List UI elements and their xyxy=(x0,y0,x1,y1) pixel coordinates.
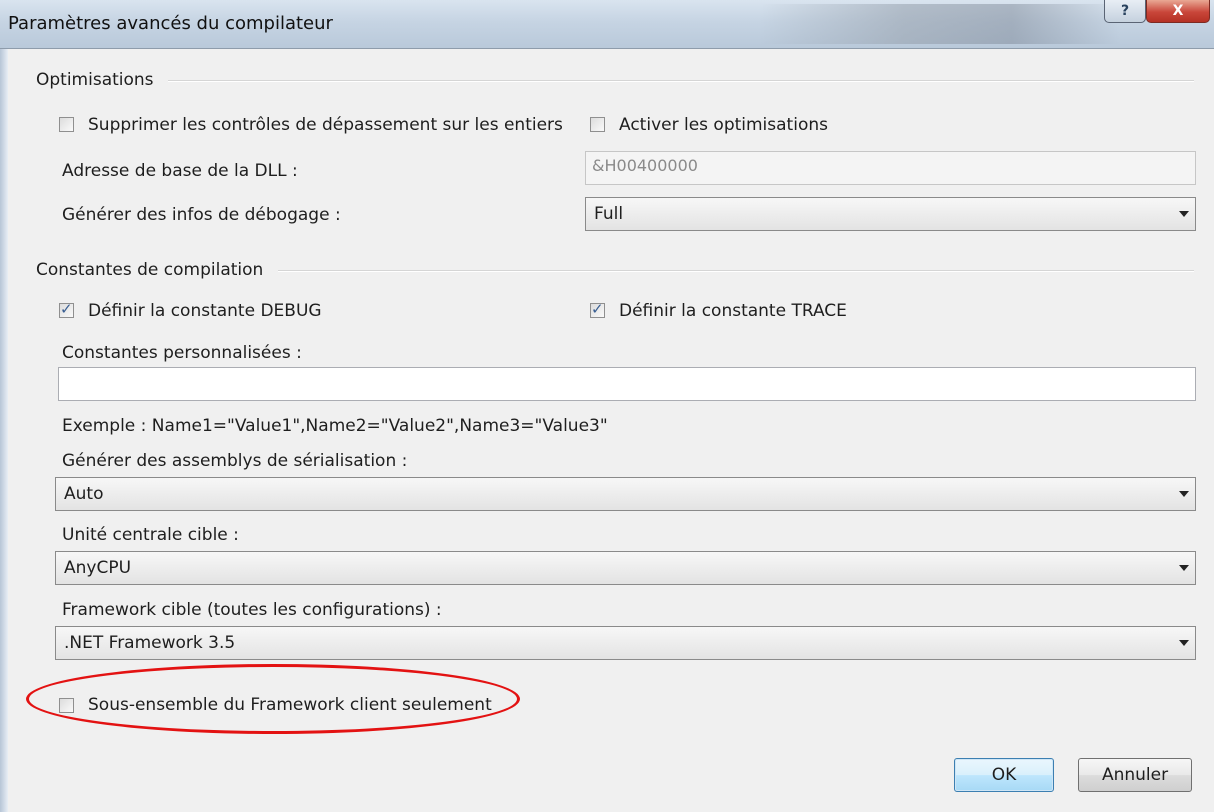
target-cpu-label: Unité centrale cible : xyxy=(62,525,239,545)
chevron-down-icon xyxy=(1179,565,1189,571)
framework-value: .NET Framework 3.5 xyxy=(64,633,236,653)
compiler-settings-dialog: Paramètres avancés du compilateur ? X Op… xyxy=(0,0,1214,812)
define-trace-checkbox[interactable]: ✓ xyxy=(590,300,605,318)
chevron-down-icon xyxy=(1179,640,1189,646)
group-divider xyxy=(278,270,1194,272)
suppress-overflow-checkbox[interactable] xyxy=(59,117,74,132)
target-cpu-value: AnyCPU xyxy=(64,558,132,578)
debug-info-value: Full xyxy=(594,204,624,224)
debug-info-select[interactable]: Full xyxy=(585,197,1196,231)
define-debug-label[interactable]: Définir la constante DEBUG xyxy=(88,301,322,321)
target-cpu-select[interactable]: AnyCPU xyxy=(55,551,1196,585)
window-title: Paramètres avancés du compilateur xyxy=(8,13,333,34)
serialization-select[interactable]: Auto xyxy=(55,477,1196,511)
title-bar[interactable]: Paramètres avancés du compilateur ? X xyxy=(0,0,1214,49)
framework-select[interactable]: .NET Framework 3.5 xyxy=(55,626,1196,660)
highlight-ellipse xyxy=(26,664,520,734)
group-divider xyxy=(158,80,1194,82)
chevron-down-icon xyxy=(1179,491,1189,497)
dll-base-label: Adresse de base de la DLL : xyxy=(62,161,298,181)
cancel-button[interactable]: Annuler xyxy=(1078,758,1192,792)
chevron-down-icon xyxy=(1179,211,1189,217)
debug-info-label: Générer des infos de débogage : xyxy=(62,205,341,225)
checkmark-icon: ✓ xyxy=(591,300,604,318)
ok-button[interactable]: OK xyxy=(954,758,1054,792)
serialization-value: Auto xyxy=(64,484,104,504)
help-button[interactable]: ? xyxy=(1104,0,1146,23)
close-icon: X xyxy=(1172,3,1184,19)
optimisations-group-label: Optimisations xyxy=(36,70,168,90)
custom-constants-input[interactable] xyxy=(58,367,1196,401)
framework-label: Framework cible (toutes les configuratio… xyxy=(62,600,442,620)
enable-optimisations-label[interactable]: Activer les optimisations xyxy=(619,115,828,135)
close-button[interactable]: X xyxy=(1146,0,1210,23)
define-trace-label[interactable]: Définir la constante TRACE xyxy=(619,301,847,321)
checkmark-icon: ✓ xyxy=(60,300,73,318)
serialization-label: Générer des assemblys de sérialisation : xyxy=(62,451,408,471)
example-text: Exemple : Name1="Value1",Name2="Value2",… xyxy=(62,416,608,436)
constants-group-label: Constantes de compilation xyxy=(36,260,278,280)
dll-base-field[interactable]: &H00400000 xyxy=(585,151,1196,185)
suppress-overflow-label[interactable]: Supprimer les contrôles de dépassement s… xyxy=(88,115,563,135)
enable-optimisations-checkbox[interactable] xyxy=(590,117,605,132)
help-icon: ? xyxy=(1120,3,1130,19)
custom-constants-label: Constantes personnalisées : xyxy=(62,343,302,363)
define-debug-checkbox[interactable]: ✓ xyxy=(59,300,74,318)
window-frame xyxy=(0,49,8,812)
